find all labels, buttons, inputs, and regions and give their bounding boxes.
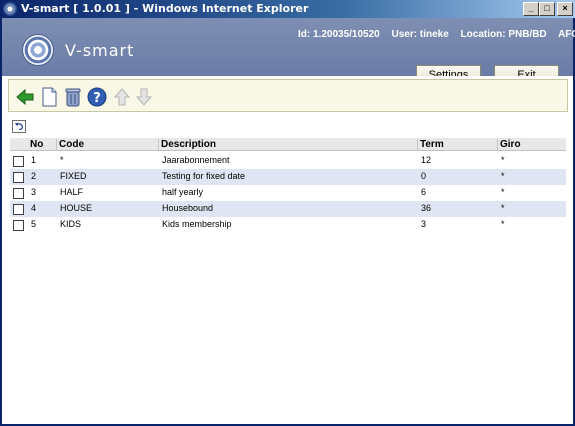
cell-description: Kids membership [162,219,232,229]
close-button[interactable]: × [557,2,573,16]
undo-icon[interactable] [12,120,26,133]
cell-code: FIXED [60,171,87,181]
cell-code: KIDS [60,219,82,229]
table-row[interactable]: 3 HALF half yearly 6 * [10,185,566,201]
session-status: Id: 1.20035/10520 User: tineke Location:… [298,29,575,40]
column-header-description[interactable]: Description [161,138,216,151]
cell-description: Jaarabonnement [162,155,230,165]
session-user: User: tineke [391,29,449,40]
row-checkbox[interactable] [13,188,24,199]
cell-giro: * [501,155,505,165]
help-icon[interactable]: ? [87,87,107,107]
cell-no: 5 [31,219,37,229]
main-content: ? No Code Description Term Giro 1 * Jaar… [2,76,573,424]
cell-giro: * [501,219,505,229]
session-afo: AFO: 481 [558,29,575,40]
cell-no: 2 [31,171,37,181]
column-divider [158,139,159,150]
row-checkbox[interactable] [13,156,24,167]
column-header-giro[interactable]: Giro [500,138,521,151]
cell-no: 1 [31,155,37,165]
column-divider [417,139,418,150]
session-location: Location: PNB/BD [460,29,547,40]
cell-description: Testing for fixed date [162,171,246,181]
cell-giro: * [501,171,505,181]
row-checkbox[interactable] [13,220,24,231]
row-checkbox[interactable] [13,204,24,215]
toolbar: ? [8,79,568,112]
browser-window: V-smart [ 1.0.01 ] - Windows Internet Ex… [0,0,575,426]
move-down-icon[interactable] [134,87,154,107]
cell-term: 12 [421,155,432,165]
column-header-code[interactable]: Code [59,138,84,151]
cell-no: 4 [31,203,37,213]
cell-description: Housebound [162,203,214,213]
table-row[interactable]: 5 KIDS Kids membership 3 * [10,217,566,233]
cell-giro: * [501,187,505,197]
row-checkbox[interactable] [13,172,24,183]
table-row[interactable]: 1 * Jaarabonnement 12 * [10,153,566,169]
cell-term: 0 [421,171,427,181]
app-icon [3,2,17,16]
cell-code: HOUSE [60,203,93,213]
cell-code: HALF [60,187,84,197]
table-row[interactable]: 2 FIXED Testing for fixed date 0 * [10,169,566,185]
minimize-button[interactable]: _ [523,2,539,16]
column-header-no[interactable]: No [30,138,43,151]
title-bar[interactable]: V-smart [ 1.0.01 ] - Windows Internet Ex… [0,0,575,18]
cell-code: * [60,155,64,165]
maximize-button[interactable]: □ [539,2,555,16]
session-id: Id: 1.20035/10520 [298,29,380,40]
window-title: V-smart [ 1.0.01 ] - Windows Internet Ex… [21,2,309,15]
column-divider [56,139,57,150]
cell-term: 36 [421,203,432,213]
cell-term: 6 [421,187,427,197]
cell-term: 3 [421,219,427,229]
move-up-icon[interactable] [112,87,132,107]
cell-giro: * [501,203,505,213]
cell-description: half yearly [162,187,204,197]
column-header-term[interactable]: Term [420,138,444,151]
column-divider [497,139,498,150]
new-document-icon[interactable] [39,87,59,107]
delete-trash-icon[interactable] [63,87,83,107]
app-header: V-smart Id: 1.20035/10520 User: tineke L… [2,18,575,85]
cell-no: 3 [31,187,37,197]
vsmart-logo-icon [22,34,54,66]
table-row[interactable]: 4 HOUSE Housebound 36 * [10,201,566,217]
back-arrow-icon[interactable] [15,87,35,107]
svg-text:?: ? [93,91,101,106]
table-header: No Code Description Term Giro [10,138,566,151]
brand-name: V-smart [65,41,135,60]
